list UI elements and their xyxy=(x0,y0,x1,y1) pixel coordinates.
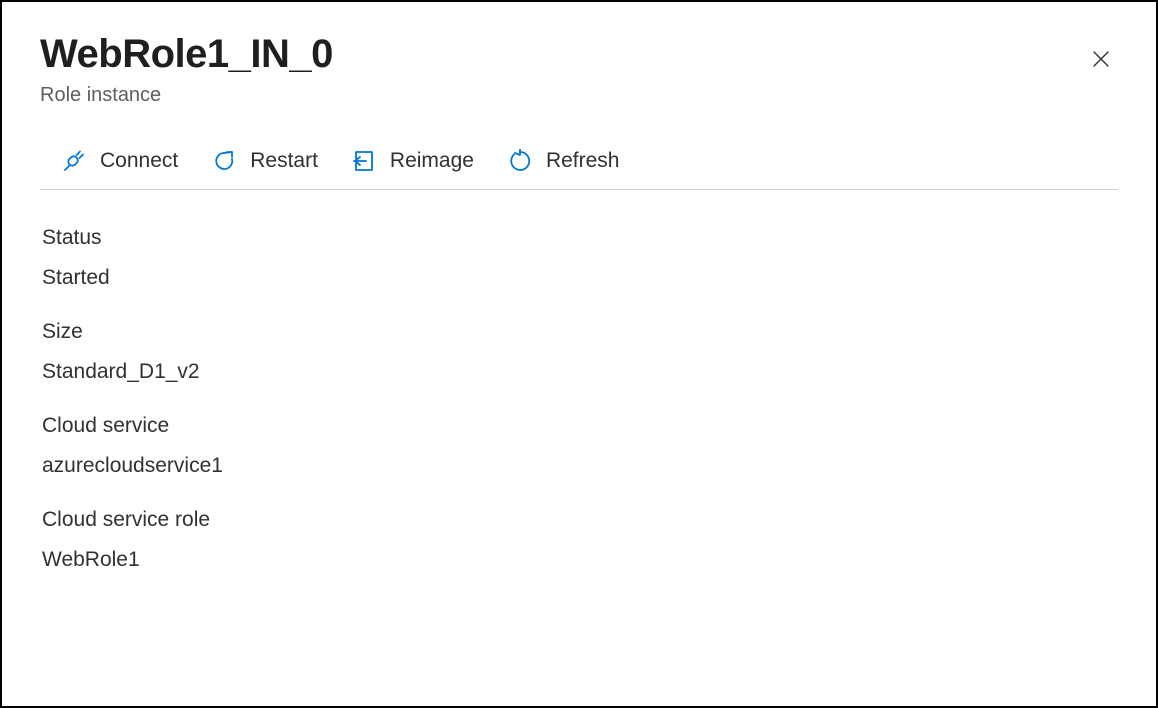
cloud-service-role-label: Cloud service role xyxy=(42,508,1118,532)
connect-button[interactable]: Connect xyxy=(62,149,178,173)
close-button[interactable] xyxy=(1084,42,1118,79)
reimage-button[interactable]: Reimage xyxy=(352,149,474,173)
refresh-icon xyxy=(508,149,532,173)
cloud-service-role-value: WebRole1 xyxy=(42,548,1118,572)
restart-button[interactable]: Restart xyxy=(212,149,318,173)
reimage-icon xyxy=(352,149,376,173)
size-field: Size Standard_D1_v2 xyxy=(42,320,1118,384)
close-icon xyxy=(1090,58,1112,73)
refresh-button[interactable]: Refresh xyxy=(508,149,620,173)
cloud-service-value: azurecloudservice1 xyxy=(42,454,1118,478)
connect-icon xyxy=(62,149,86,173)
cloud-service-role-field: Cloud service role WebRole1 xyxy=(42,508,1118,572)
page-subtitle: Role instance xyxy=(40,84,333,107)
refresh-label: Refresh xyxy=(546,149,620,173)
cloud-service-field: Cloud service azurecloudservice1 xyxy=(42,414,1118,478)
status-value: Started xyxy=(42,266,1118,290)
toolbar: Connect Restart Reimage xyxy=(40,145,1118,190)
cloud-service-label: Cloud service xyxy=(42,414,1118,438)
panel-header: WebRole1_IN_0 Role instance xyxy=(40,30,1118,107)
restart-label: Restart xyxy=(250,149,318,173)
details-content: Status Started Size Standard_D1_v2 Cloud… xyxy=(40,226,1118,572)
connect-label: Connect xyxy=(100,149,178,173)
size-label: Size xyxy=(42,320,1118,344)
size-value: Standard_D1_v2 xyxy=(42,360,1118,384)
role-instance-panel: WebRole1_IN_0 Role instance Con xyxy=(0,0,1158,708)
restart-icon xyxy=(212,149,236,173)
title-block: WebRole1_IN_0 Role instance xyxy=(40,30,333,107)
status-field: Status Started xyxy=(42,226,1118,290)
status-label: Status xyxy=(42,226,1118,250)
reimage-label: Reimage xyxy=(390,149,474,173)
page-title: WebRole1_IN_0 xyxy=(40,30,333,78)
